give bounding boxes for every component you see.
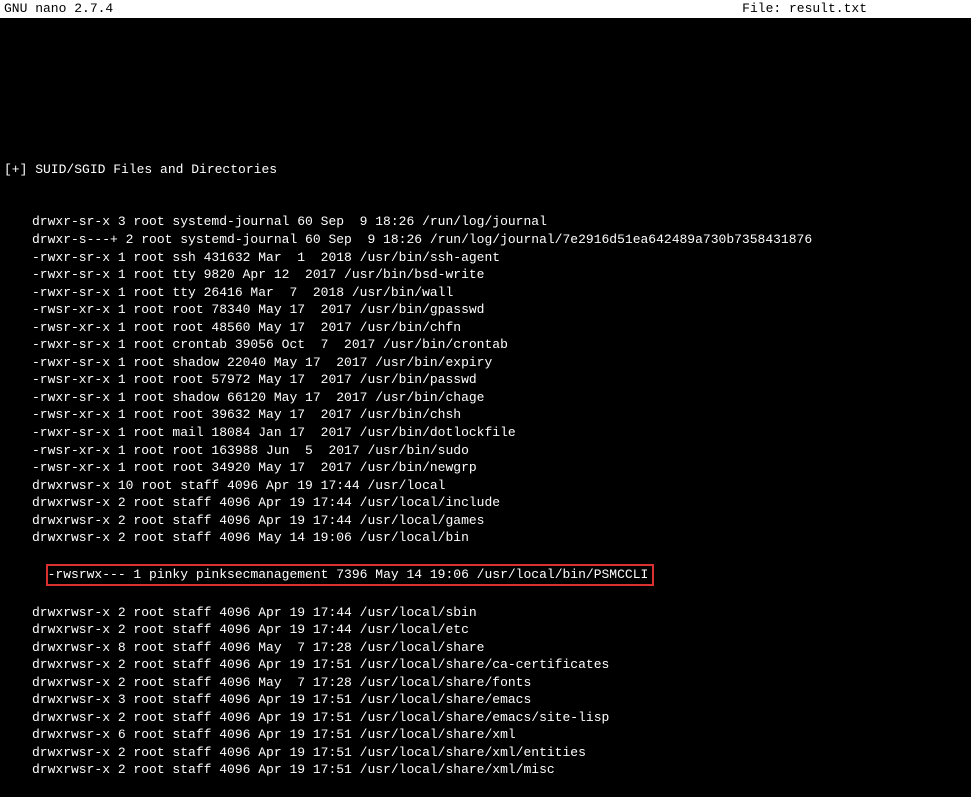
file-row: -rwxr-sr-x 1 root tty 9820 Apr 12 2017 /…: [4, 266, 971, 284]
file-row: drwxrwsr-x 8 root staff 4096 May 7 17:28…: [4, 639, 971, 657]
file-row: -rwxr-sr-x 1 root shadow 66120 May 17 20…: [4, 389, 971, 407]
file-row: drwxr-s---+ 2 root systemd-journal 60 Se…: [4, 231, 971, 249]
section-header: [+] SUID/SGID Files and Directories: [4, 161, 971, 179]
file-row: drwxrwsr-x 3 root staff 4096 Apr 19 17:5…: [4, 691, 971, 709]
file-row: -rwsr-xr-x 1 root root 57972 May 17 2017…: [4, 371, 971, 389]
file-row: drwxrwsr-x 2 root staff 4096 Apr 19 17:5…: [4, 709, 971, 727]
highlighted-row: -rwsrwx--- 1 pinky pinksecmanagement 739…: [46, 564, 655, 586]
file-name: File: result.txt: [113, 0, 967, 18]
file-row: -rwsr-xr-x 1 root root 39632 May 17 2017…: [4, 406, 971, 424]
app-name: GNU nano 2.7.4: [4, 0, 113, 18]
title-bar: GNU nano 2.7.4 File: result.txt: [0, 0, 971, 18]
file-row: -rwsr-xr-x 1 root root 78340 May 17 2017…: [4, 301, 971, 319]
editor-content[interactable]: [+] SUID/SGID Files and Directories drwx…: [0, 18, 971, 797]
blank-line: [4, 57, 971, 74]
blank-line: [4, 109, 971, 126]
file-row: drwxrwsr-x 2 root staff 4096 Apr 19 17:4…: [4, 512, 971, 530]
file-row: drwxrwsr-x 2 root staff 4096 Apr 19 17:4…: [4, 604, 971, 622]
file-row: drwxrwsr-x 10 root staff 4096 Apr 19 17:…: [4, 477, 971, 495]
file-row: -rwxr-sr-x 1 root shadow 22040 May 17 20…: [4, 354, 971, 372]
file-row: drwxr-sr-x 3 root systemd-journal 60 Sep…: [4, 213, 971, 231]
file-row: -rwxr-sr-x 1 root mail 18084 Jan 17 2017…: [4, 424, 971, 442]
file-row: drwxrwsr-x 2 root staff 4096 Apr 19 17:5…: [4, 761, 971, 779]
file-row: -rwsr-xr-x 1 root root 34920 May 17 2017…: [4, 459, 971, 477]
file-row: -rwsr-xr-x 1 root root 48560 May 17 2017…: [4, 319, 971, 337]
file-row: drwxrwsr-x 2 root staff 4096 May 7 17:28…: [4, 674, 971, 692]
file-row: -rwxr-sr-x 1 root crontab 39056 Oct 7 20…: [4, 336, 971, 354]
file-row: -rwsr-xr-x 1 root root 163988 Jun 5 2017…: [4, 442, 971, 460]
file-row: drwxrwsr-x 2 root staff 4096 May 14 19:0…: [4, 529, 971, 547]
file-row: drwxrwsr-x 2 root staff 4096 Apr 19 17:4…: [4, 494, 971, 512]
file-row: drwxrwsr-x 2 root staff 4096 Apr 19 17:4…: [4, 621, 971, 639]
file-row: drwxrwsr-x 6 root staff 4096 Apr 19 17:5…: [4, 726, 971, 744]
file-row: drwxrwsr-x 2 root staff 4096 Apr 19 17:5…: [4, 744, 971, 762]
file-row: -rwxr-sr-x 1 root tty 26416 Mar 7 2018 /…: [4, 284, 971, 302]
file-row: -rwxr-sr-x 1 root ssh 431632 Mar 1 2018 …: [4, 249, 971, 267]
file-row: drwxrwsr-x 2 root staff 4096 Apr 19 17:5…: [4, 656, 971, 674]
